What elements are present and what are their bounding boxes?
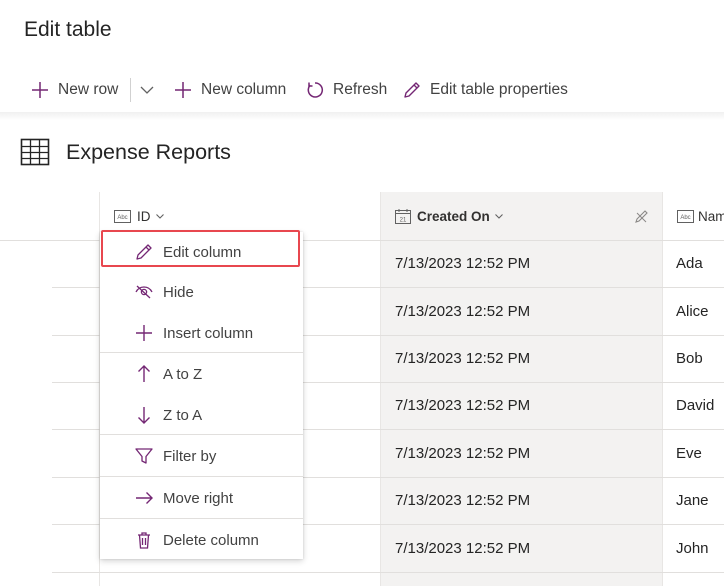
created-on-cell: 7/13/2023 12:52 PM bbox=[395, 303, 531, 320]
column-header-name[interactable]: Abc Nam bbox=[677, 192, 724, 240]
menu-divider bbox=[100, 434, 303, 435]
menu-item-label: A to Z bbox=[163, 365, 203, 383]
column-header-label: Nam bbox=[698, 208, 724, 224]
name-cell: Eve bbox=[676, 445, 702, 462]
menu-divider bbox=[100, 352, 303, 353]
table-icon bbox=[20, 138, 50, 166]
menu-divider bbox=[100, 476, 303, 477]
plus-icon bbox=[136, 325, 152, 341]
command-bar: New row New column Refresh Edit table pr… bbox=[0, 70, 724, 110]
text-type-icon: Abc bbox=[114, 209, 131, 223]
chevron-down-icon bbox=[494, 214, 503, 219]
svg-text:Abc: Abc bbox=[117, 215, 127, 221]
plus-icon bbox=[32, 82, 48, 98]
menu-item-hide[interactable]: Hide bbox=[100, 272, 303, 312]
name-cell: Jane bbox=[676, 492, 709, 509]
menu-divider bbox=[100, 518, 303, 519]
name-cell: David bbox=[676, 397, 715, 414]
svg-text:21: 21 bbox=[400, 217, 407, 223]
chevron-down-icon bbox=[140, 86, 154, 94]
menu-item-label: Z to A bbox=[163, 406, 203, 424]
menu-item-move-right[interactable]: Move right bbox=[100, 478, 303, 518]
refresh-icon bbox=[307, 82, 324, 98]
calendar-icon: 21 bbox=[395, 208, 411, 224]
menu-item-insert-column[interactable]: Insert column bbox=[100, 313, 303, 353]
created-on-cell: 7/13/2023 12:52 PM bbox=[395, 540, 531, 557]
new-row-dropdown[interactable] bbox=[139, 70, 163, 110]
menu-item-label: Insert column bbox=[163, 324, 254, 342]
chevron-down-icon bbox=[155, 214, 164, 219]
text-type-icon: Abc bbox=[677, 209, 694, 223]
table-heading: Expense Reports bbox=[20, 136, 231, 168]
new-row-button[interactable]: New row bbox=[30, 70, 118, 110]
menu-item-label: Hide bbox=[163, 283, 194, 301]
created-on-cell: 7/13/2023 12:52 PM bbox=[395, 492, 531, 509]
column-header-label: ID bbox=[137, 208, 151, 224]
plus-icon bbox=[175, 82, 191, 98]
name-cell: Alice bbox=[676, 303, 709, 320]
arrow-up-icon bbox=[138, 365, 150, 382]
created-on-cell: 7/13/2023 12:52 PM bbox=[395, 255, 531, 272]
toolbar-divider bbox=[130, 78, 131, 102]
refresh-button[interactable]: Refresh bbox=[305, 70, 387, 110]
refresh-label: Refresh bbox=[333, 81, 388, 98]
menu-item-filter-by[interactable]: Filter by bbox=[100, 436, 303, 476]
name-cell: Ada bbox=[676, 255, 703, 272]
menu-item-sort-z-to-a[interactable]: Z to A bbox=[100, 395, 303, 435]
pencil-icon bbox=[404, 82, 420, 98]
created-on-cell: 7/13/2023 12:52 PM bbox=[395, 445, 531, 462]
menu-item-label: Filter by bbox=[163, 447, 217, 465]
pencil-lock-icon bbox=[635, 210, 648, 223]
edit-column-highlight bbox=[101, 230, 300, 267]
arrow-right-icon bbox=[136, 492, 153, 504]
new-row-label: New row bbox=[58, 81, 119, 98]
created-on-cell: 7/13/2023 12:52 PM bbox=[395, 397, 531, 414]
column-header-created-on[interactable]: 21 Created On bbox=[395, 192, 504, 240]
new-column-button[interactable]: New column bbox=[173, 70, 286, 110]
toolbar-shadow bbox=[0, 112, 724, 120]
svg-text:Abc: Abc bbox=[680, 215, 690, 221]
column-context-menu: Edit column Hide Insert column A to Z Z … bbox=[100, 232, 303, 559]
page-title: Edit table bbox=[24, 18, 112, 41]
trash-icon bbox=[138, 532, 150, 549]
menu-item-label: Delete column bbox=[163, 531, 259, 549]
column-lock-button[interactable] bbox=[634, 192, 650, 240]
table-name: Expense Reports bbox=[66, 139, 231, 164]
edit-table-properties-button[interactable]: Edit table properties bbox=[402, 70, 568, 110]
arrow-down-icon bbox=[138, 407, 150, 424]
created-on-cell: 7/13/2023 12:52 PM bbox=[395, 350, 531, 367]
name-cell: Bob bbox=[676, 350, 703, 367]
name-cell: John bbox=[676, 540, 709, 557]
eye-off-icon bbox=[135, 285, 153, 299]
menu-item-delete-column[interactable]: Delete column bbox=[100, 520, 303, 560]
menu-item-label: Move right bbox=[163, 489, 234, 507]
menu-item-sort-a-to-z[interactable]: A to Z bbox=[100, 354, 303, 394]
column-header-label: Created On bbox=[417, 208, 490, 224]
new-column-label: New column bbox=[201, 81, 287, 98]
edit-table-properties-label: Edit table properties bbox=[430, 81, 568, 98]
filter-icon bbox=[135, 448, 153, 464]
